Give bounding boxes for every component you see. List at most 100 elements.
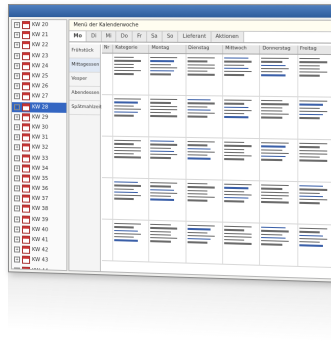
table-row[interactable] bbox=[101, 136, 331, 183]
expand-icon[interactable]: + bbox=[13, 52, 20, 59]
table-cell[interactable] bbox=[186, 54, 224, 96]
tab-day[interactable]: Do bbox=[116, 31, 134, 42]
column-header[interactable]: Montag bbox=[149, 44, 187, 54]
expand-icon[interactable]: + bbox=[13, 144, 20, 151]
table-cell[interactable] bbox=[297, 224, 331, 268]
table-cell[interactable] bbox=[297, 54, 331, 97]
meal-nav-item[interactable]: Spätmahlzeit bbox=[69, 100, 102, 116]
tab-day[interactable]: Mo bbox=[69, 31, 88, 42]
table-cell[interactable] bbox=[223, 138, 261, 181]
table-cell[interactable] bbox=[149, 137, 187, 179]
column-header[interactable]: Nr bbox=[101, 44, 114, 53]
table-cell[interactable] bbox=[101, 53, 114, 95]
table-row[interactable] bbox=[101, 178, 331, 226]
expand-icon[interactable]: + bbox=[13, 216, 20, 223]
table-cell[interactable] bbox=[149, 53, 187, 96]
table-cell[interactable] bbox=[149, 95, 187, 137]
table-cell[interactable] bbox=[260, 223, 298, 266]
expand-icon[interactable]: + bbox=[13, 175, 20, 182]
meal-nav-item[interactable]: Mittagessen bbox=[69, 58, 100, 73]
table-cell[interactable] bbox=[113, 95, 150, 137]
table-cell[interactable] bbox=[113, 53, 150, 95]
sidebar-item-week[interactable]: + KW 25 bbox=[12, 71, 66, 82]
table-cell[interactable] bbox=[260, 181, 298, 224]
expand-icon[interactable]: + bbox=[13, 256, 20, 264]
column-header[interactable]: Freitag bbox=[297, 45, 331, 55]
tab-day[interactable]: Fr bbox=[133, 31, 147, 42]
table-cell[interactable] bbox=[186, 221, 224, 264]
expand-icon[interactable]: + bbox=[13, 22, 20, 29]
table-cell[interactable] bbox=[101, 219, 114, 261]
expand-icon[interactable]: + bbox=[13, 195, 20, 202]
expand-icon[interactable]: + bbox=[13, 42, 20, 49]
expand-icon[interactable]: + bbox=[13, 93, 20, 100]
table-cell[interactable] bbox=[223, 180, 261, 223]
table-cell[interactable] bbox=[113, 136, 150, 179]
sidebar-item-week[interactable]: + KW 28 bbox=[11, 101, 67, 113]
table-cell[interactable] bbox=[113, 178, 150, 220]
table-cell[interactable] bbox=[113, 219, 150, 262]
table-cell[interactable] bbox=[149, 179, 187, 221]
table-cell[interactable] bbox=[260, 139, 298, 182]
table-cell[interactable] bbox=[297, 139, 331, 182]
tab-day[interactable]: Mi bbox=[101, 31, 117, 42]
table-row[interactable] bbox=[101, 219, 331, 269]
expand-icon[interactable]: + bbox=[13, 185, 20, 192]
expand-icon[interactable]: + bbox=[13, 164, 20, 172]
expand-icon[interactable]: + bbox=[13, 113, 20, 121]
tab-day[interactable]: Di bbox=[87, 31, 102, 42]
expand-icon[interactable]: + bbox=[13, 267, 20, 272]
sidebar-item-week[interactable]: + KW 29 bbox=[12, 112, 66, 123]
week-list[interactable]: + KW 20 + KW 21 + KW 22 + KW 23 + KW 24 + KW 25 + KW … bbox=[10, 19, 68, 272]
sidebar-item-week[interactable]: + KW 24 bbox=[12, 61, 66, 72]
table-row[interactable] bbox=[101, 53, 331, 98]
expand-icon[interactable]: + bbox=[13, 103, 20, 110]
expand-icon[interactable]: + bbox=[13, 32, 20, 39]
table-cell[interactable] bbox=[223, 96, 261, 139]
table-cell[interactable] bbox=[101, 178, 114, 219]
table-cell[interactable] bbox=[297, 182, 331, 225]
meal-nav-item[interactable]: Vesper bbox=[69, 72, 100, 88]
sidebar-item-week[interactable]: + KW 27 bbox=[12, 91, 66, 102]
table-cell[interactable] bbox=[260, 54, 298, 97]
table-cell[interactable] bbox=[260, 96, 298, 139]
expand-icon[interactable]: + bbox=[13, 62, 20, 70]
column-header[interactable]: Mittwoch bbox=[223, 45, 261, 54]
tab-day[interactable]: Lieferant bbox=[178, 31, 212, 43]
expand-icon[interactable]: + bbox=[13, 205, 20, 212]
sidebar-item-week[interactable]: + KW 23 bbox=[12, 51, 66, 62]
expand-icon[interactable]: + bbox=[13, 226, 20, 233]
sidebar-item-week[interactable]: + KW 26 bbox=[12, 81, 66, 92]
meal-nav-item[interactable]: Abendessen bbox=[69, 86, 100, 102]
calendar-icon bbox=[22, 164, 31, 173]
table-cell[interactable] bbox=[186, 137, 224, 180]
expand-icon[interactable]: + bbox=[13, 124, 20, 131]
column-header[interactable]: Kategorie bbox=[113, 44, 150, 53]
text-line bbox=[114, 108, 141, 110]
expand-icon[interactable]: + bbox=[13, 154, 20, 161]
table-cell[interactable] bbox=[101, 95, 114, 136]
sidebar-item-week[interactable]: + KW 21 bbox=[12, 30, 66, 40]
table-cell[interactable] bbox=[186, 96, 224, 138]
table-row[interactable] bbox=[101, 95, 331, 141]
tab-day[interactable]: So bbox=[162, 31, 179, 42]
sidebar-item-week[interactable]: + KW 20 bbox=[12, 20, 66, 30]
table-cell[interactable] bbox=[297, 97, 331, 140]
meal-nav-item[interactable]: Frühstück bbox=[69, 44, 100, 59]
sidebar-item-week[interactable]: + KW 22 bbox=[12, 40, 66, 51]
sidebar-item-week[interactable]: + KW 44 bbox=[12, 265, 66, 272]
expand-icon[interactable]: + bbox=[13, 83, 20, 90]
expand-icon[interactable]: + bbox=[13, 246, 20, 253]
column-header[interactable]: Donnerstag bbox=[260, 45, 298, 54]
tab-day[interactable]: Sa bbox=[146, 31, 163, 42]
table-cell[interactable] bbox=[186, 179, 224, 222]
table-cell[interactable] bbox=[223, 54, 261, 96]
table-cell[interactable] bbox=[101, 136, 114, 178]
tab-day[interactable]: Aktionen bbox=[211, 31, 245, 43]
expand-icon[interactable]: + bbox=[13, 73, 20, 80]
table-cell[interactable] bbox=[149, 220, 187, 263]
column-header[interactable]: Dienstag bbox=[186, 44, 224, 54]
table-cell[interactable] bbox=[223, 222, 261, 265]
expand-icon[interactable]: + bbox=[13, 134, 20, 141]
expand-icon[interactable]: + bbox=[13, 236, 20, 243]
